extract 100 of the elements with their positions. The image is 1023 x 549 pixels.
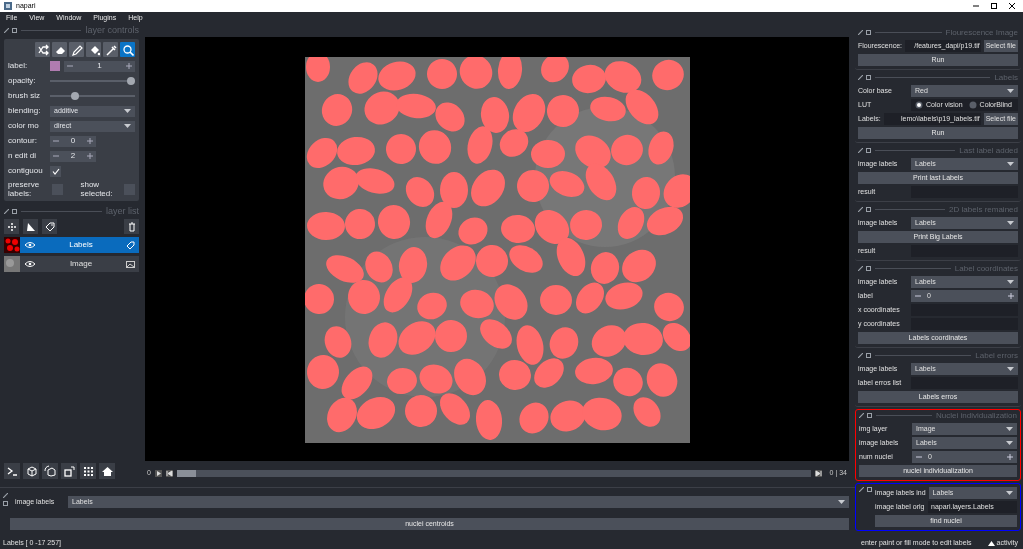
pin-icon [859,413,864,418]
viewer-button[interactable] [80,463,96,479]
caret-icon [1006,427,1013,431]
minus-icon [53,138,59,144]
spin-value: 1 [96,60,103,72]
pin-icon [858,207,863,212]
shuffle-icon [36,43,49,56]
picture-icon [126,259,135,269]
tool-button[interactable] [35,42,50,57]
transpose-icon [62,464,76,478]
tag-icon [43,220,56,233]
pin-icon [858,30,863,35]
plus-icon [1008,293,1014,299]
spin-box[interactable]: 2 [50,150,96,162]
pin-icon [2,493,8,498]
rotate-icon [43,464,57,478]
caret-icon [124,124,131,128]
caret-icon [124,109,131,113]
caret-icon [1007,280,1014,284]
caret-icon [1006,441,1013,445]
tool-button[interactable] [120,42,135,57]
tool-button[interactable] [86,42,101,57]
float-icon [12,28,17,33]
caret-icon [1007,89,1014,93]
eyedropper-icon [104,43,117,56]
minus-icon [53,153,59,159]
image-thumbnail [4,256,20,272]
control-label: opacity: [8,75,37,87]
layer-item[interactable]: Image [4,256,139,272]
slider[interactable] [50,75,135,87]
grid-icon [81,464,95,478]
caret-icon [1007,367,1014,371]
float-icon [867,486,872,492]
pin-icon [858,353,863,358]
viewer-button[interactable] [61,463,77,479]
slider-handle[interactable] [70,92,79,100]
control-label: contiguou [8,165,44,177]
pin-icon [858,148,863,153]
step-icon[interactable] [165,469,173,477]
cube-icon [24,464,38,478]
float-icon [866,75,871,80]
home-icon [100,464,114,478]
plus-icon [87,153,93,159]
tool-button[interactable] [52,42,67,57]
minus-icon [916,454,922,460]
delete-button[interactable] [124,219,139,234]
viewer-button[interactable] [23,463,39,479]
viewer-button[interactable] [4,463,20,479]
viewer-button[interactable] [99,463,115,479]
play-icon[interactable] [154,469,162,477]
layer-name: Image [68,258,94,270]
checkbox[interactable] [50,165,61,177]
float-icon [866,30,871,35]
layer-name: Labels [68,239,94,251]
radio-button[interactable] [915,101,923,109]
viewer-button[interactable] [42,463,58,479]
new-layer-button[interactable] [23,219,38,234]
float-icon [2,501,8,506]
frame-slider[interactable] [176,469,811,477]
pin-icon [858,75,863,80]
tool-button[interactable] [69,42,84,57]
caret-icon [1006,491,1013,495]
float-icon [12,209,17,214]
slider-handle[interactable] [127,77,135,85]
caret-icon [838,500,845,504]
pin-icon [4,28,9,33]
minus-icon [915,293,921,299]
spin-box[interactable]: 1 [64,60,135,72]
control-label: blending: [8,105,42,117]
slider-handle[interactable] [176,469,196,477]
minus-icon [67,63,73,69]
control-label: show selected: [80,180,114,198]
plus-icon [87,138,93,144]
control-label: color mo [8,120,40,132]
control-label: contour: [8,135,38,147]
float-icon [866,266,871,271]
step-end-icon[interactable] [814,469,822,477]
tool-button[interactable] [103,42,118,57]
control-label: brush siz [8,90,41,102]
spin-value: 2 [69,150,77,162]
caret-icon [1007,221,1014,225]
eye-icon[interactable] [24,260,36,268]
control-label: label: [8,60,29,72]
caret-icon [1007,162,1014,166]
radio-button[interactable] [968,101,977,109]
float-icon [866,207,871,212]
new-layer-button[interactable] [4,219,19,234]
app-icon [4,2,12,10]
points-icon [5,220,18,233]
layer-item[interactable]: Labels [4,237,139,253]
new-layer-button[interactable] [42,219,57,234]
spin-box[interactable]: 0 [50,135,96,147]
slider[interactable] [50,90,135,102]
labels-thumbnail [4,237,20,253]
plus-icon [126,63,132,69]
float-icon [867,413,872,418]
eye-icon[interactable] [24,241,36,249]
control-label: preserve labels: [8,180,41,198]
color-swatch[interactable] [50,61,60,71]
float-icon [866,148,871,153]
